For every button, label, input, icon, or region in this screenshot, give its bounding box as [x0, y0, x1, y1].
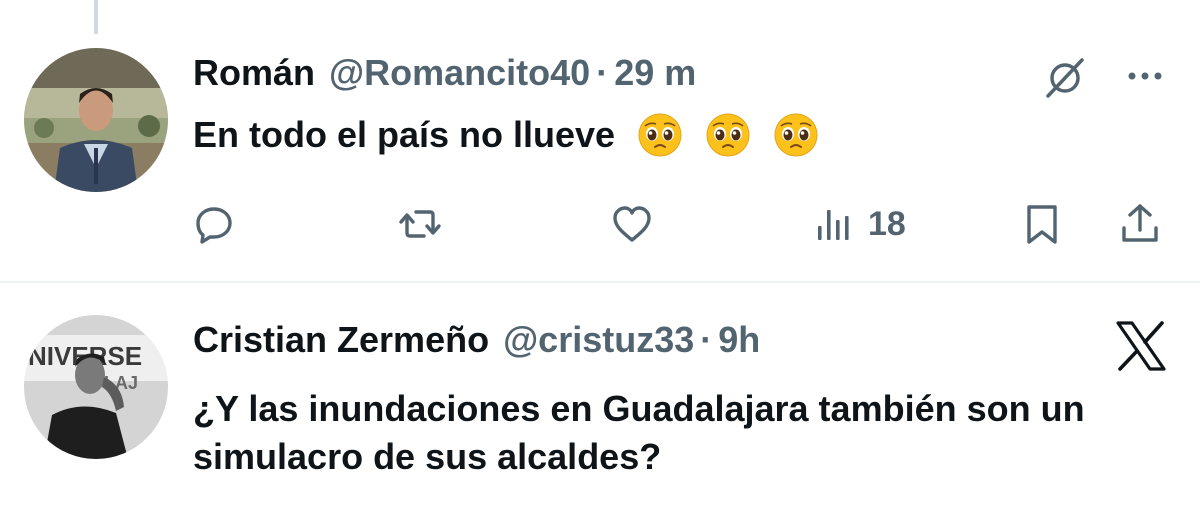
- tweet-text: En todo el país no llueve: [193, 114, 616, 155]
- pleading-face-icon: [705, 112, 751, 158]
- reply-icon: [196, 207, 232, 244]
- tweet-text-row: En todo el país no llueve: [193, 111, 819, 159]
- share-button[interactable]: [1118, 194, 1162, 254]
- x-logo-icon: [1112, 317, 1170, 375]
- more-options-icon[interactable]: [1120, 64, 1170, 88]
- avatar[interactable]: [24, 48, 168, 192]
- retweet-icon: [399, 210, 441, 238]
- tweet[interactable]: Román @Romancito40 · 29 m En todo el paí…: [0, 34, 1200, 280]
- author-handle[interactable]: @Romancito40: [329, 52, 590, 94]
- author-handle[interactable]: @cristuz33: [503, 319, 694, 361]
- pleading-face-icon: [773, 112, 819, 158]
- like-button[interactable]: [610, 194, 654, 254]
- bookmark-icon: [1027, 205, 1057, 244]
- bookmark-button[interactable]: [1020, 194, 1064, 254]
- pleading-face-icon: [637, 112, 683, 158]
- grok-icon[interactable]: [1040, 52, 1090, 102]
- share-icon: [1122, 204, 1158, 242]
- avatar[interactable]: NIVERSE LAJ: [24, 315, 168, 459]
- separator-dot: ·: [700, 319, 713, 360]
- tweet[interactable]: NIVERSE LAJ Cristian Zermeño @cristuz33 …: [0, 283, 1200, 520]
- retweet-button[interactable]: [398, 194, 442, 254]
- views-icon: [818, 210, 849, 240]
- author-name[interactable]: Román: [193, 52, 315, 94]
- timestamp[interactable]: 9h: [718, 319, 760, 361]
- timestamp[interactable]: 29 m: [614, 52, 696, 94]
- tweet-text: ¿Y las inundaciones en Guadalajara tambi…: [193, 388, 1085, 477]
- thread-connector-line: [94, 0, 98, 34]
- tweet-header: Román @Romancito40 · 29 m: [193, 52, 696, 94]
- views-count: 18: [868, 204, 906, 243]
- separator-dot: ·: [596, 52, 609, 93]
- author-name[interactable]: Cristian Zermeño: [193, 319, 489, 361]
- heart-icon: [613, 206, 651, 242]
- views-button[interactable]: 18: [812, 194, 906, 254]
- reply-button[interactable]: [192, 194, 236, 254]
- tweet-actions-bar: 18: [0, 194, 1200, 254]
- tweet-header: Cristian Zermeño @cristuz33 · 9h: [193, 319, 760, 361]
